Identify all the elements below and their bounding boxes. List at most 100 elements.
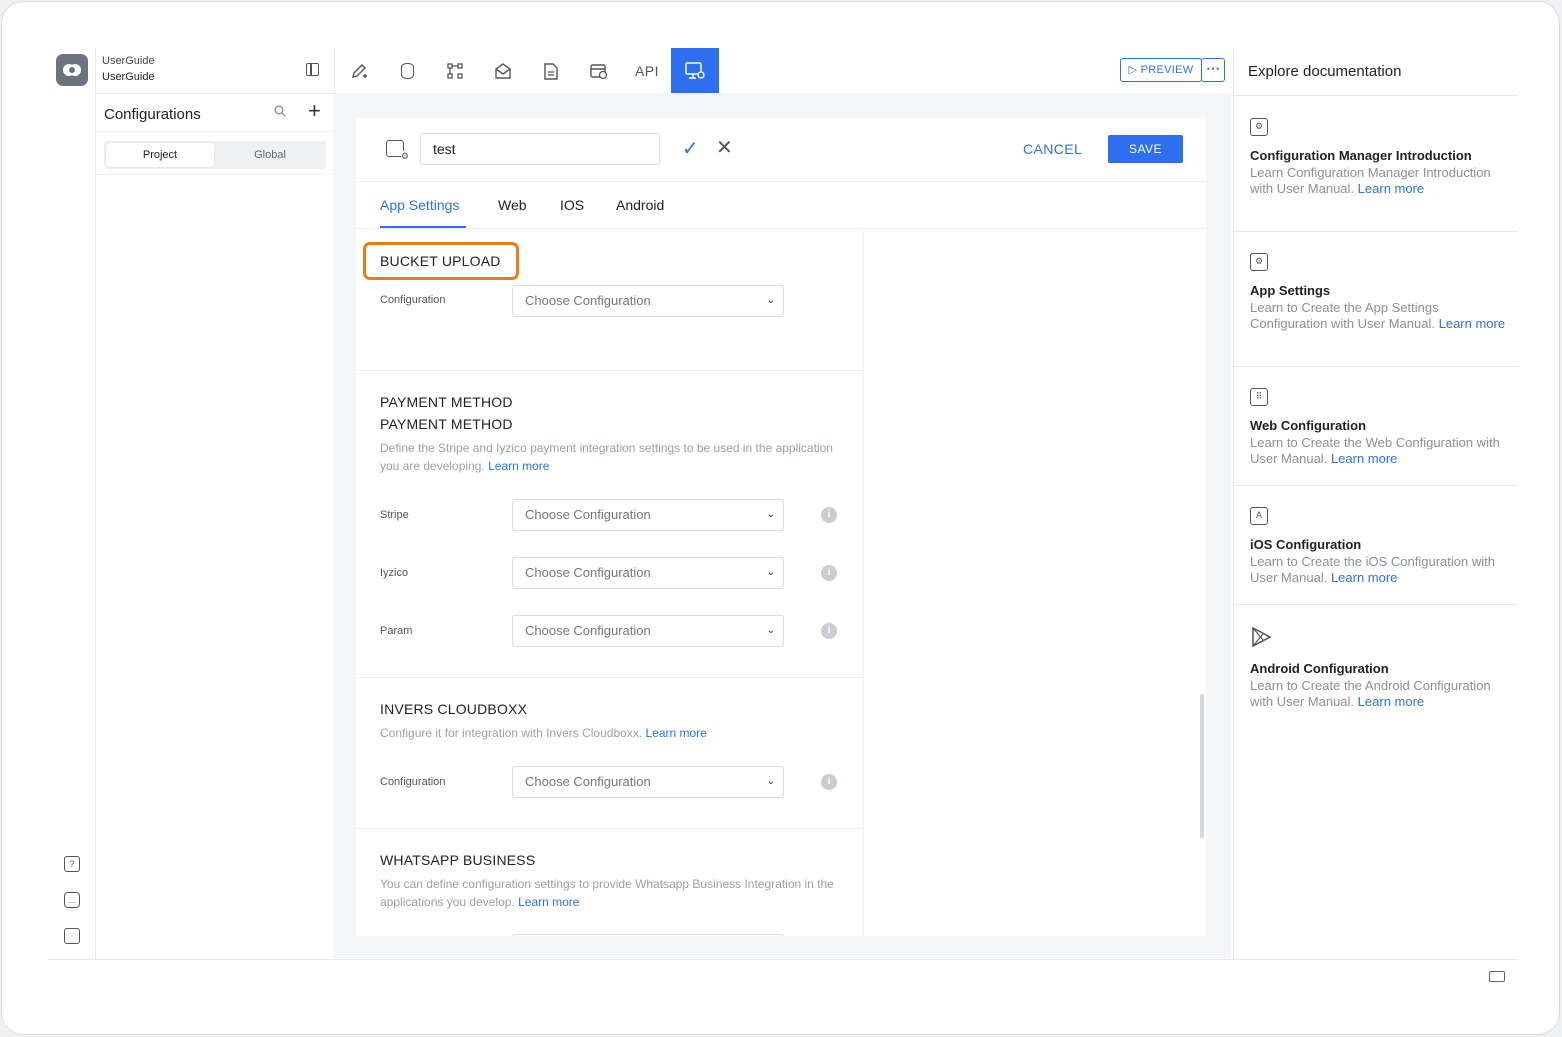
whatsapp-business-section: WHATSAPP BUSINESS You can define configu… xyxy=(356,829,864,936)
section-description: Define the Stripe and Iyzico payment int… xyxy=(380,439,840,475)
docs-divider xyxy=(1234,604,1518,605)
doc-title: iOS Configuration xyxy=(1250,537,1362,552)
calendar-icon[interactable] xyxy=(575,48,623,94)
app-logo[interactable] xyxy=(56,54,88,86)
project-header: UserGuide UserGuide xyxy=(96,48,334,94)
tab-ios[interactable]: IOS xyxy=(560,197,584,213)
left-rail: ? … xyxy=(48,48,96,960)
stripe-configuration-select[interactable]: Choose Configuration ⌄ xyxy=(512,499,784,531)
tab-android[interactable]: Android xyxy=(616,197,664,213)
learn-more-link[interactable]: Learn more xyxy=(1331,451,1397,466)
play-store-icon xyxy=(1250,626,1506,653)
top-toolbar: API ▷ PREVIEW ⋯ xyxy=(335,48,1233,95)
segment-global[interactable]: Global xyxy=(216,143,324,167)
book-icon[interactable] xyxy=(64,928,80,944)
doc-title: Web Configuration xyxy=(1250,418,1367,433)
workflow-icon[interactable] xyxy=(431,48,479,94)
doc-item-ios-config[interactable]: A iOS Configuration Learn to Create the … xyxy=(1250,507,1506,586)
preview-label: PREVIEW xyxy=(1140,64,1194,76)
database-icon[interactable] xyxy=(383,48,431,94)
chevron-down-icon: ⌄ xyxy=(766,295,775,306)
preview-button[interactable]: ▷ PREVIEW xyxy=(1120,58,1202,82)
invers-cloudboxx-section: INVERS CLOUDBOXX Configure it for integr… xyxy=(356,678,864,829)
learn-more-link[interactable]: Learn more xyxy=(1439,316,1505,331)
more-options-button[interactable]: ⋯ xyxy=(1201,58,1225,82)
save-button[interactable]: SAVE xyxy=(1108,135,1183,163)
learn-more-link[interactable]: Learn more xyxy=(518,895,579,909)
description-text: Configure it for integration with Invers… xyxy=(380,726,643,740)
documentation-panel: Explore documentation ⚙ Configuration Ma… xyxy=(1233,48,1518,960)
section-title: INVERS CLOUDBOXX xyxy=(380,701,528,717)
window-gear-icon: ⚙ xyxy=(1250,253,1268,271)
section-title: WHATSAPP BUSINESS xyxy=(380,852,536,868)
doc-title: Configuration Manager Introduction xyxy=(1250,148,1472,163)
confirm-icon[interactable]: ✓ xyxy=(682,136,699,161)
chevron-down-icon: ⌄ xyxy=(766,567,775,578)
edit-icon[interactable] xyxy=(335,48,383,94)
docs-divider xyxy=(1234,366,1518,367)
mail-icon[interactable] xyxy=(479,48,527,94)
tab-app-settings[interactable]: App Settings xyxy=(380,197,459,213)
info-icon[interactable]: i xyxy=(821,507,837,523)
vertical-scrollbar[interactable] xyxy=(1200,694,1204,838)
chevron-down-icon: ⌄ xyxy=(766,509,775,520)
learn-more-link[interactable]: Learn more xyxy=(1358,694,1424,709)
close-icon[interactable]: ✕ xyxy=(716,135,733,160)
sidebar-header: Configurations + xyxy=(96,94,334,132)
docs-title: Explore documentation xyxy=(1248,63,1402,80)
window-gear-icon xyxy=(386,140,410,162)
docs-divider xyxy=(1234,95,1518,96)
window-gear-icon: ⚙ xyxy=(1250,118,1268,136)
select-placeholder: Choose Configuration xyxy=(525,774,651,789)
section-title: BUCKET UPLOAD xyxy=(380,253,501,269)
section-description: You can define configuration settings to… xyxy=(380,875,840,911)
doc-desc: Learn to Create the App Settings Configu… xyxy=(1250,300,1439,331)
field-label: Iyzico xyxy=(380,567,409,579)
docs-divider xyxy=(1234,485,1518,486)
info-icon[interactable]: i xyxy=(821,565,837,581)
tab-web[interactable]: Web xyxy=(498,197,527,213)
docs-divider xyxy=(1234,231,1518,232)
api-tab[interactable]: API xyxy=(623,48,671,94)
sidebar-divider xyxy=(96,174,335,175)
payment-method-section: PAYMENT METHOD PAYMENT METHOD Define the… xyxy=(356,371,864,678)
add-configuration-button[interactable]: + xyxy=(308,98,321,124)
chat-icon[interactable]: … xyxy=(64,892,80,908)
iyzico-configuration-select[interactable]: Choose Configuration ⌄ xyxy=(512,557,784,589)
field-label: Stripe xyxy=(380,509,409,521)
configuration-editor: test ✓ ✕ CANCEL SAVE App Settings Web IO… xyxy=(356,118,1206,936)
platform-tabs: App Settings Web IOS Android xyxy=(356,182,1206,229)
scope-segmented-control: Project Global xyxy=(104,141,326,169)
doc-item-web-config[interactable]: ⠿ Web Configuration Learn to Create the … xyxy=(1250,388,1506,467)
info-icon[interactable]: i xyxy=(821,774,837,790)
invers-configuration-select[interactable]: Choose Configuration ⌄ xyxy=(512,766,784,798)
collapse-sidebar-icon[interactable] xyxy=(306,63,319,76)
select-placeholder: Choose Configuration xyxy=(525,565,651,580)
whatsapp-configuration-select[interactable] xyxy=(512,934,784,936)
keyboard-icon[interactable] xyxy=(1489,971,1505,982)
help-icon[interactable]: ? xyxy=(64,856,80,872)
learn-more-link[interactable]: Learn more xyxy=(645,726,706,740)
learn-more-link[interactable]: Learn more xyxy=(488,459,549,473)
configuration-manager-icon[interactable] xyxy=(671,48,719,94)
learn-more-link[interactable]: Learn more xyxy=(1331,570,1397,585)
chevron-down-icon: ⌄ xyxy=(766,776,775,787)
doc-item-android-config[interactable]: Android Configuration Learn to Create th… xyxy=(1250,626,1506,710)
field-label: Configuration xyxy=(380,294,446,306)
browser-grid-icon: ⠿ xyxy=(1250,388,1268,406)
doc-title: App Settings xyxy=(1250,283,1331,298)
search-icon[interactable] xyxy=(274,105,286,120)
segment-project[interactable]: Project xyxy=(106,143,214,167)
learn-more-link[interactable]: Learn more xyxy=(1358,181,1424,196)
doc-item-app-settings[interactable]: ⚙ App Settings Learn to Create the App S… xyxy=(1250,253,1506,332)
cancel-button[interactable]: CANCEL xyxy=(1023,141,1082,157)
configurations-sidebar: UserGuide UserGuide Configurations + Pro… xyxy=(96,48,335,960)
doc-item-config-manager[interactable]: ⚙ Configuration Manager Introduction Lea… xyxy=(1250,118,1506,197)
section-title: PAYMENT METHOD xyxy=(380,394,513,410)
project-name: UserGuide xyxy=(102,71,155,83)
configuration-name-input[interactable]: test xyxy=(420,133,660,165)
info-icon[interactable]: i xyxy=(821,623,837,639)
document-icon[interactable] xyxy=(527,48,575,94)
param-configuration-select[interactable]: Choose Configuration ⌄ xyxy=(512,615,784,647)
bucket-configuration-select[interactable]: Choose Configuration ⌄ xyxy=(512,285,784,317)
